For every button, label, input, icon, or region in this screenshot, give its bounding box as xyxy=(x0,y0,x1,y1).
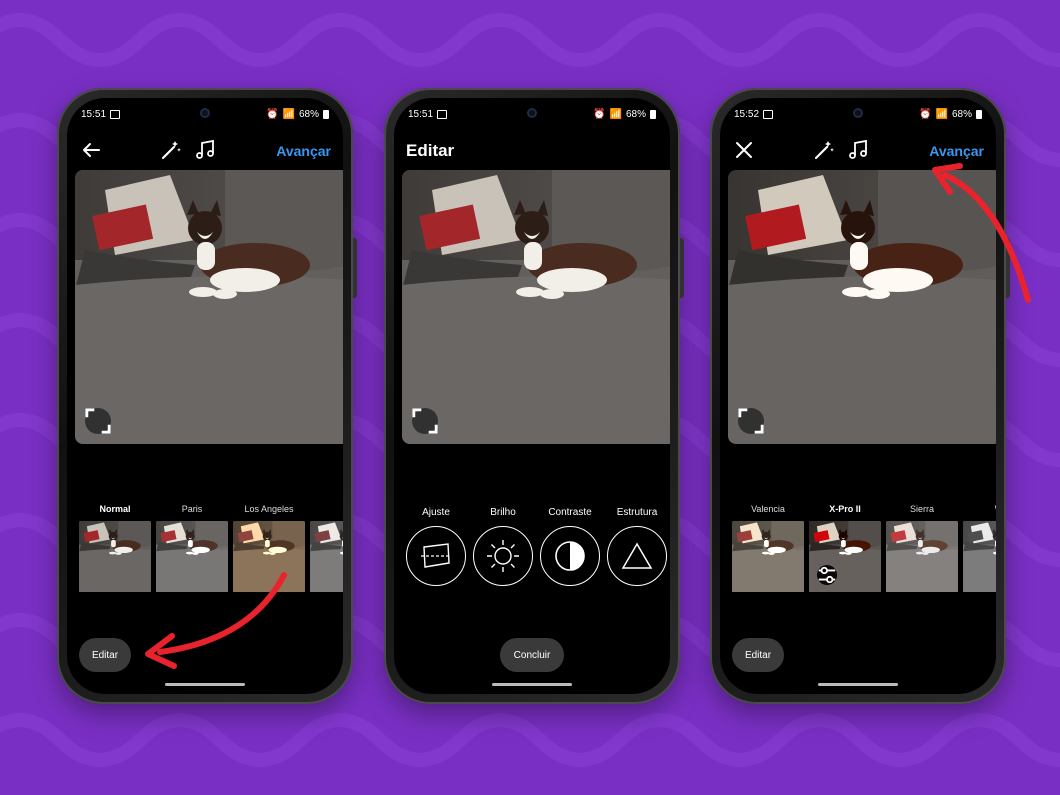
cat-photo-image xyxy=(402,170,670,444)
filter-valencia[interactable]: Valencia xyxy=(732,502,804,592)
edit-button[interactable]: Editar xyxy=(79,638,131,672)
expand-icon[interactable] xyxy=(738,408,764,434)
done-button[interactable]: Concluir xyxy=(500,638,564,672)
photo-preview xyxy=(728,170,996,444)
crop-straighten-icon xyxy=(406,526,466,586)
home-indicator xyxy=(818,683,898,686)
battery-icon xyxy=(976,109,982,119)
edit-tools-strip: Ajuste Brilho Contraste Estrutura xyxy=(404,506,670,596)
magic-wand-icon[interactable] xyxy=(812,138,836,162)
magic-wand-icon[interactable] xyxy=(159,138,183,162)
home-indicator xyxy=(492,683,572,686)
tool-label: Contraste xyxy=(548,507,592,518)
tool-label: Brilho xyxy=(490,507,516,518)
home-indicator xyxy=(165,683,245,686)
filter-x-pro-ii[interactable]: X-Pro II xyxy=(809,502,881,592)
screen-2: 15:51 ⏰ 📶 68% Editar Ajuste Brilho Contr… xyxy=(394,98,670,694)
front-camera xyxy=(527,108,537,118)
screen-3: 15:52 ⏰ 📶 68% Avançar Valencia X-Pro II … xyxy=(720,98,996,694)
cat-photo-image xyxy=(728,170,996,444)
phone-frame-2: 15:51 ⏰ 📶 68% Editar Ajuste Brilho Contr… xyxy=(384,88,684,704)
filter-partial[interactable]: R xyxy=(310,502,343,592)
top-bar: Avançar xyxy=(67,130,343,170)
page-title: Editar xyxy=(406,141,455,160)
alarm-icon: ⏰ xyxy=(593,108,606,120)
status-time: 15:52 xyxy=(734,108,760,120)
triangle-icon xyxy=(607,526,667,586)
back-arrow-icon[interactable] xyxy=(79,138,103,162)
filter-label: Paris xyxy=(181,504,203,514)
filter-sierra[interactable]: Sierra xyxy=(886,502,958,592)
filter-paris[interactable]: Paris xyxy=(156,502,228,592)
expand-icon[interactable] xyxy=(412,408,438,434)
expand-icon[interactable] xyxy=(85,408,111,434)
music-note-icon[interactable] xyxy=(193,138,217,162)
status-time: 15:51 xyxy=(408,108,434,120)
tool-label: Ajuste xyxy=(422,507,450,518)
filter-thumbnail xyxy=(156,521,228,592)
front-camera xyxy=(853,108,863,118)
tool-label: Estrutura xyxy=(616,507,658,518)
filter-label: X-Pro II xyxy=(829,504,861,514)
next-button[interactable]: Avançar xyxy=(276,143,331,159)
tool-brilho[interactable]: Brilho xyxy=(471,506,535,586)
top-bar: Editar xyxy=(394,130,670,170)
photo-preview xyxy=(75,170,343,444)
battery-percent: 68% xyxy=(951,108,972,120)
filter-thumbnail xyxy=(963,521,996,592)
tool-ajuste[interactable]: Ajuste xyxy=(404,506,468,586)
close-icon[interactable] xyxy=(732,138,756,162)
filter-label: Normal xyxy=(99,504,131,514)
gallery-notification-icon xyxy=(437,109,448,119)
gallery-notification-icon xyxy=(110,109,121,119)
next-button[interactable]: Avançar xyxy=(929,143,984,159)
battery-icon xyxy=(323,109,329,119)
photo-preview xyxy=(402,170,670,444)
battery-icon xyxy=(650,109,656,119)
contrast-icon xyxy=(540,526,600,586)
front-camera xyxy=(200,108,210,118)
filter-strip: Normal Paris Los Angeles R xyxy=(79,502,343,592)
filter-thumbnail xyxy=(886,521,958,592)
phone-frame-3: 15:52 ⏰ 📶 68% Avançar Valencia X-Pro II … xyxy=(710,88,1010,704)
edit-button[interactable]: Editar xyxy=(732,638,784,672)
filter-label: W xyxy=(963,502,996,516)
tool-estrutura[interactable]: Estrutura xyxy=(605,506,669,586)
filter-label: Sierra xyxy=(909,504,934,514)
battery-percent: 68% xyxy=(625,108,646,120)
filter-thumbnail xyxy=(809,521,881,592)
alarm-icon: ⏰ xyxy=(266,108,279,120)
filter-normal[interactable]: Normal xyxy=(79,502,151,592)
filter-thumbnail xyxy=(233,521,305,592)
phone-frame-1: 15:51 ⏰ 📶 68% Avançar Normal Paris Los A… xyxy=(57,88,357,704)
alarm-icon: ⏰ xyxy=(919,108,932,120)
filter-partial[interactable]: W xyxy=(963,502,996,592)
filter-strip: Valencia X-Pro II Sierra W xyxy=(720,502,996,592)
filter-los-angeles[interactable]: Los Angeles xyxy=(233,502,305,592)
sliders-icon[interactable] xyxy=(817,565,837,585)
filter-thumbnail xyxy=(732,521,804,592)
battery-percent: 68% xyxy=(298,108,319,120)
wifi-signal-icon: 📶 xyxy=(282,108,295,120)
gallery-notification-icon xyxy=(763,109,774,119)
top-bar: Avançar xyxy=(720,130,996,170)
music-note-icon[interactable] xyxy=(846,138,870,162)
filter-label: R xyxy=(310,502,344,516)
filter-label: Valencia xyxy=(751,504,785,514)
wifi-signal-icon: 📶 xyxy=(935,108,948,120)
status-time: 15:51 xyxy=(81,108,107,120)
tool-contraste[interactable]: Contraste xyxy=(538,506,602,586)
filter-label: Los Angeles xyxy=(244,504,294,514)
filter-thumbnail xyxy=(79,521,151,592)
screen-1: 15:51 ⏰ 📶 68% Avançar Normal Paris Los A… xyxy=(67,98,343,694)
wifi-signal-icon: 📶 xyxy=(609,108,622,120)
filter-thumbnail xyxy=(310,521,343,592)
sun-icon xyxy=(473,526,533,586)
cat-photo-image xyxy=(75,170,343,444)
